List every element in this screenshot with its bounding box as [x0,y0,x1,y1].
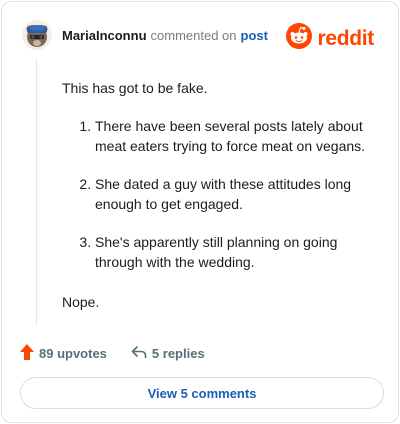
list-item: She's apparently still planning on going… [95,232,382,272]
comment-intro: This has got to be fake. [62,80,208,96]
comment-footer: 89 upvotes 5 replies [20,342,205,364]
post-link[interactable]: post [241,28,268,43]
comment-embed-card: MariaInconnu commented on post reddit Th… [1,1,399,423]
comment-outro: Nope. [62,294,100,310]
reply-arrow-icon [131,345,147,362]
reddit-wordmark: reddit [317,26,374,50]
bear-avatar-icon[interactable] [22,20,52,50]
upvote-arrow-icon [20,343,34,363]
upvote-count: 89 upvotes [39,345,107,361]
action-text: commented on [150,27,237,43]
reddit-logo[interactable]: reddit [286,23,374,54]
view-comments-button[interactable]: View 5 comments [20,377,384,409]
upvote-button[interactable]: 89 upvotes [20,343,107,363]
comment-list: There have been several posts lately abo… [62,116,382,272]
replies-button[interactable]: 5 replies [131,345,205,362]
list-item: There have been several posts lately abo… [95,116,382,156]
list-item: She dated a guy with these attitudes lon… [95,174,382,214]
reddit-snoo-icon [286,23,313,54]
comment-header: MariaInconnu commented on post reddit [22,20,384,50]
thread-line[interactable] [36,58,37,326]
reply-count: 5 replies [151,345,205,361]
username-link[interactable]: MariaInconnu [62,28,147,43]
comment-body: This has got to be fake. There have been… [62,78,382,312]
comment-meta: MariaInconnu commented on post [62,28,268,43]
